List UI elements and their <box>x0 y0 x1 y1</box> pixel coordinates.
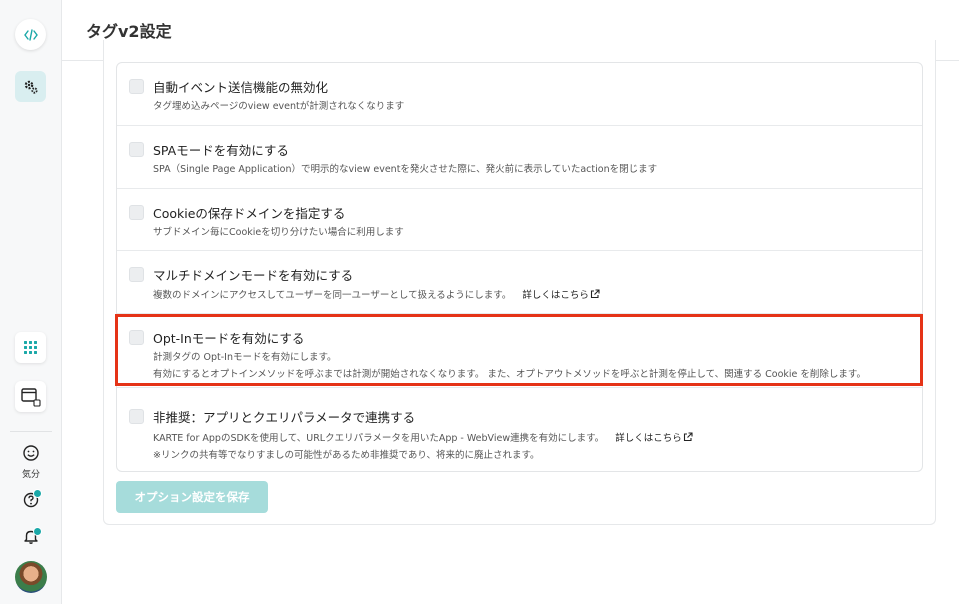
grid-icon <box>24 341 37 354</box>
option-title: Cookieの保存ドメインを指定する <box>153 206 346 221</box>
gears-icon <box>24 80 38 94</box>
save-options-button[interactable]: オプション設定を保存 <box>116 481 268 513</box>
notification-dot <box>33 489 42 498</box>
option-title: マルチドメインモードを有効にする <box>153 268 354 283</box>
checkbox[interactable] <box>129 79 144 94</box>
code-icon-button[interactable] <box>15 19 46 50</box>
option-description: 複数のドメインにアクセスしてユーザーを同一ユーザーとして扱えるようにします。 詳… <box>153 287 600 301</box>
option-description-text: KARTE for AppのSDKを使用して、URLクエリパラメータを用いたAp… <box>153 433 605 444</box>
mood-button[interactable]: 気分 <box>15 444 47 480</box>
option-description: KARTE for AppのSDKを使用して、URLクエリパラメータを用いたAp… <box>153 430 693 444</box>
smile-icon <box>23 445 39 461</box>
notification-dot <box>33 527 42 536</box>
page-title: タグv2設定 <box>86 22 172 41</box>
details-link-text: 詳しくはこちら <box>522 290 589 301</box>
option-cookie-domain: Cookieの保存ドメインを指定する サブドメイン毎にCookieを切り分けたい… <box>117 189 922 251</box>
details-link-text: 詳しくはこちら <box>615 433 682 444</box>
window-button[interactable] <box>15 381 46 412</box>
details-link[interactable]: 詳しくはこちら <box>522 289 600 301</box>
option-description-text: 複数のドメインにアクセスしてユーザーを同一ユーザーとして扱えるようにします。 <box>153 290 512 301</box>
option-title: Opt-Inモードを有効にする <box>153 331 305 346</box>
option-disable-auto-event: 自動イベント送信機能の無効化 タグ埋め込みページのview eventが計測され… <box>117 63 922 126</box>
apps-button[interactable] <box>15 332 46 363</box>
option-description: 計測タグの Opt-Inモードを有効にします。 <box>153 352 337 363</box>
checkbox[interactable] <box>129 205 144 220</box>
option-description-detail: 有効にするとオプトインメソッドを呼ぶまでは計測が開始されなくなります。 また、オ… <box>153 369 866 380</box>
checkbox[interactable] <box>129 267 144 282</box>
external-link-icon <box>590 289 600 299</box>
checkbox[interactable] <box>129 142 144 157</box>
sidebar: 気分 <box>0 0 62 604</box>
option-title: SPAモードを有効にする <box>153 143 289 158</box>
option-multi-domain: マルチドメインモードを有効にする 複数のドメインにアクセスしてユーザーを同一ユー… <box>117 251 922 314</box>
option-description: SPA（Single Page Application）で明示的なview ev… <box>153 164 658 175</box>
option-title: 非推奨：アプリとクエリパラメータで連携する <box>153 410 416 425</box>
user-avatar[interactable] <box>15 561 47 593</box>
external-link-icon <box>683 432 693 442</box>
option-app-query-param: 非推奨：アプリとクエリパラメータで連携する KARTE for AppのSDKを… <box>117 388 922 472</box>
checkbox[interactable] <box>129 409 144 424</box>
option-spa-mode: SPAモードを有効にする SPA（Single Page Application… <box>117 126 922 189</box>
sidebar-divider <box>10 431 52 432</box>
details-link[interactable]: 詳しくはこちら <box>615 432 693 444</box>
notifications-button[interactable] <box>22 527 42 545</box>
option-description: サブドメイン毎にCookieを切り分けたい場合に利用します <box>153 227 404 238</box>
checkbox[interactable] <box>129 330 144 345</box>
mood-label: 気分 <box>21 470 40 480</box>
window-icon <box>20 387 41 407</box>
option-opt-in-mode: Opt-Inモードを有効にする 計測タグの Opt-Inモードを有効にします。 … <box>117 314 922 388</box>
option-deprecation-note: ※リンクの共有等でなりすましの可能性があるため非推奨であり、将来的に廃止されます… <box>153 450 540 461</box>
options-list: 自動イベント送信機能の無効化 タグ埋め込みページのview eventが計測され… <box>116 62 923 472</box>
option-description: タグ埋め込みページのview eventが計測されなくなります <box>153 101 405 112</box>
settings-button[interactable] <box>15 71 46 102</box>
code-icon <box>23 28 38 41</box>
help-button[interactable] <box>22 489 42 509</box>
option-title: 自動イベント送信機能の無効化 <box>153 80 329 95</box>
